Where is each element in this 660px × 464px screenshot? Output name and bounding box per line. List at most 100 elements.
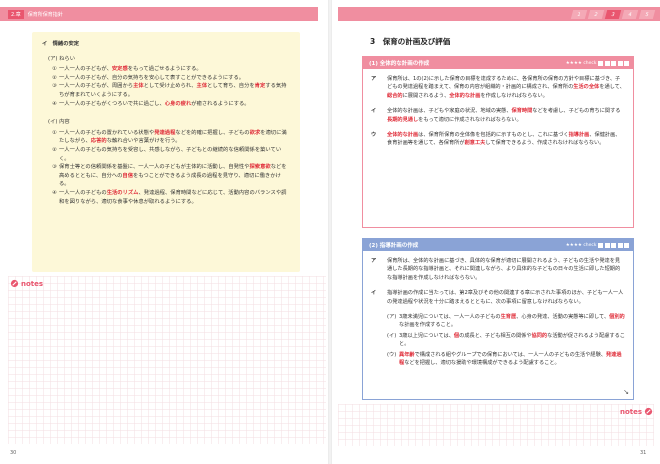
sub-paragraph-marker: (ア)	[387, 314, 397, 321]
list-item: ③ 保育士等との信頼関係を基盤に、一人一人の子どもが主体的に活動し、自発性や探索意…	[52, 163, 290, 189]
aims-list: ① 一人一人の子どもが、安定感をもって過ごせるようにする。 ② 一人一人の子どもが、自…	[50, 65, 290, 108]
left-header-bar: 2.章 保育所保育指針	[0, 7, 318, 21]
item-number: ②	[52, 146, 57, 153]
item-text: 一人一人の子どもの置かれている状態や発達過程などを的確に把握し、子どもの欲求を適…	[59, 129, 290, 146]
guidance-plan-body: ア 保育所は、全体的な計画に基づき、具体的な保育が適切に展開されるよう、子どもの生…	[363, 251, 633, 375]
sub-paragraph-text: 3歳未満児については、一人一人の子どもの生育歴、心身の発達、活動の実態等に即して…	[399, 313, 625, 330]
highlight-term: 自信	[122, 172, 134, 179]
pencil-icon	[10, 279, 19, 288]
left-notes-label: notes	[10, 279, 43, 288]
arrow-icon: ↘	[623, 388, 629, 396]
highlight-term: 安定感	[111, 66, 128, 73]
paragraph-text: 指導計画の作成に当たっては、第2章及びその他の関連する章に示された事項のほか、子…	[387, 290, 624, 305]
text-run: に展開されるよう、	[402, 92, 450, 99]
paragraph: ア 保育所は、1の(2)に示した保育の目標を達成するために、各保育所の保育の方針や…	[371, 75, 625, 100]
content-list: ① 一人一人の子どもの置かれている状態や発達過程などを的確に把握し、子どもの欲求を…	[50, 129, 290, 206]
highlight-term: 全体的な計画	[449, 92, 481, 99]
text-run: して保育できるよう、作成されなければならない。	[485, 140, 605, 147]
text-run: な触れ合いや言葉がけを行う。	[106, 138, 181, 145]
text-run: 保育士等との信頼関係を基盤に、一人一人の子どもが主体的に活動し、自発性や	[59, 164, 250, 171]
paragraph: イ 全体的な計画は、子どもや家庭の状況、地域の実態、保育時間などを考慮し、子どもの…	[371, 107, 625, 124]
highlight-term: 指導計画	[568, 132, 590, 139]
text-run: を作成しなければならない。	[480, 92, 548, 99]
highlight-term: 長期的見通し	[387, 116, 419, 123]
text-run: 一人一人の子どもの	[59, 189, 107, 196]
item-number: ③	[52, 83, 57, 90]
paragraph: ウ 全体的な計画は、保育所保育の全体像を包括的に示すものとし、これに基づく指導計画…	[371, 131, 625, 148]
item-number: ④	[52, 100, 57, 107]
pencil-icon	[644, 407, 653, 416]
highlight-term: 欲求	[249, 129, 261, 136]
paragraph: ア 保育所は、全体的な計画に基づき、具体的な保育が適切に展開されるよう、子どもの生…	[371, 257, 625, 282]
highlight-term: 肯定	[254, 83, 266, 90]
left-page: 2.章 保育所保育指針 notes イ 情緒の安定 (ア) ねらい ① 一人一人の…	[0, 0, 330, 464]
right-header-bar: 12345	[338, 7, 660, 21]
highlight-term: 生育歴	[500, 314, 517, 321]
check-boxes: ★★★★ check	[566, 242, 629, 248]
paragraph-marker: ウ	[371, 132, 377, 139]
text-run: 一人一人の子どもの気持ちを受容し、共感しながら、子どもとの継続的な信頼関係を築い…	[59, 146, 282, 162]
check-boxes: ★★★★ check	[566, 60, 629, 66]
section-title: 3 保育の計画及び評価	[370, 37, 451, 46]
sub-paragraph: (ウ) 異年齢で構成される組やグループでの保育においては、一人一人の子どもの生活や…	[387, 351, 625, 368]
sub-paragraph-text: 3歳以上児については、個の成長と、子ども相互の関係や協同的な活動が促されるよう配…	[399, 332, 625, 349]
text-run: 一人一人の子どもが、	[59, 66, 112, 73]
text-run: 一人一人の子どもが、周囲から	[59, 83, 134, 90]
chapter-tag: 2.章	[8, 9, 24, 19]
left-notes-grid	[8, 276, 326, 444]
highlight-term: 生活のリズム	[106, 189, 139, 196]
page-tab-4[interactable]: 4	[621, 9, 639, 19]
highlight-term: 探索意欲	[249, 164, 271, 171]
page-tab-3[interactable]: 3	[604, 9, 622, 19]
guidance-plan-box-header: (2) 指導計画の作成 ★★★★ check	[363, 239, 633, 251]
text-run: として受け止められ、	[143, 83, 197, 90]
item-number: ③	[52, 164, 57, 171]
text-run: は、保育所保育の全体像を包括的に示すものとし、これに基づく	[418, 132, 569, 139]
page-tab-1[interactable]: 1	[570, 9, 588, 19]
overall-plan-body: ア 保育所は、1の(2)に示した保育の目標を達成するために、各保育所の保育の方針や…	[363, 69, 633, 161]
sub-paragraph: (ア) 3歳未満児については、一人一人の子どもの生育歴、心身の発達、活動の実態等に…	[387, 313, 625, 330]
text-run: などを考慮し、子どもの育ちに関する	[532, 108, 621, 115]
highlight-term: 主体	[133, 83, 144, 90]
sub-paragraph-text: 異年齢で構成される組やグループでの保育においては、一人一人の子どもの生活や経験、…	[399, 351, 625, 368]
text-run: として育ち、自分を	[207, 83, 255, 90]
list-item: ② 一人一人の子どもの気持ちを受容し、共感しながら、子どもとの継続的な信頼関係を築…	[52, 146, 290, 163]
overall-plan-box-header: (1) 全体的な計画の作成 ★★★★ check	[363, 57, 633, 69]
list-item: ③ 一人一人の子どもが、周囲から主体として受け止められ、主体として育ち、自分を肯定…	[52, 82, 290, 99]
guidance-plan-box: (2) 指導計画の作成 ★★★★ check ア 保育所は、全体的な計画に基づき、…	[362, 238, 634, 400]
item-number: ④	[52, 189, 57, 196]
text-run: などを的確に把握し、子どもの	[175, 129, 250, 136]
right-page-number: 31	[640, 450, 647, 456]
content-heading: (イ) 内容	[48, 119, 70, 126]
emotional-stability-box: イ 情緒の安定 (ア) ねらい ① 一人一人の子どもが、安定感をもって過ごせるよう…	[32, 32, 300, 272]
highlight-term: 生活の全体	[573, 84, 600, 91]
page-tab-2[interactable]: 2	[587, 9, 605, 19]
highlight-term: 主体	[196, 83, 208, 90]
paragraph-text: 保育所は、全体的な計画に基づき、具体的な保育が適切に展開されるよう、子どもの生活…	[387, 258, 621, 281]
sub-paragraph-marker: (イ)	[387, 332, 397, 339]
highlight-term: 協同的	[531, 332, 548, 339]
paragraph: イ 指導計画の作成に当たっては、第2章及びその他の関連する章に示された事項のほか、…	[371, 289, 625, 306]
text-run: 一人一人の子どもが、自分の気持ちを安心して表すことができるようにする。	[59, 74, 245, 81]
page-tab-5[interactable]: 5	[638, 9, 656, 19]
item-text: 一人一人の子どもが、自分の気持ちを安心して表すことができるようにする。	[59, 74, 244, 83]
text-run: な計画を作成すること。	[399, 322, 457, 329]
paragraph-marker: イ	[371, 290, 377, 297]
text-run: が癒されるようにする。	[191, 100, 250, 107]
item-text: 一人一人の子どもがくつろいで共に過ごし、心身の疲れが癒されるようにする。	[59, 100, 250, 109]
right-notes-grid	[338, 404, 654, 446]
highlight-term: 総合的	[387, 92, 403, 99]
highlight-term: 創意工夫	[464, 140, 486, 147]
guidance-plan-title: (2) 指導計画の作成	[369, 243, 419, 249]
item-text: 一人一人の子どもの生活のリズム、発達過程、保育時間などに応じて、活動内容のバラン…	[59, 189, 290, 206]
right-page: 12345 3 保育の計画及び評価 (1) 全体的な計画の作成 ★★★★ che…	[330, 0, 660, 464]
text-run: などを把握し、適切な援助や環境構成ができるよう配慮すること。	[404, 360, 560, 367]
paragraph-text: 保育所は、1の(2)に示した保育の目標を達成するために、各保育所の保育の方針や目…	[387, 75, 625, 100]
paragraph-text: 全体的な計画は、保育所保育の全体像を包括的に示すものとし、これに基づく指導計画、…	[387, 131, 625, 148]
text-run: をもって適切に作成されなければならない。	[418, 116, 522, 123]
text-run: をもって過ごせるようにする。	[127, 66, 202, 73]
highlight-term: 発達過程	[154, 129, 176, 136]
text-run: で構成される組やグループでの保育においては、一人一人の子どもの生活や経験、	[414, 351, 606, 358]
left-page-number: 30	[10, 450, 17, 456]
list-item: ④ 一人一人の子どもがくつろいで共に過ごし、心身の疲れが癒されるようにする。	[52, 100, 290, 109]
